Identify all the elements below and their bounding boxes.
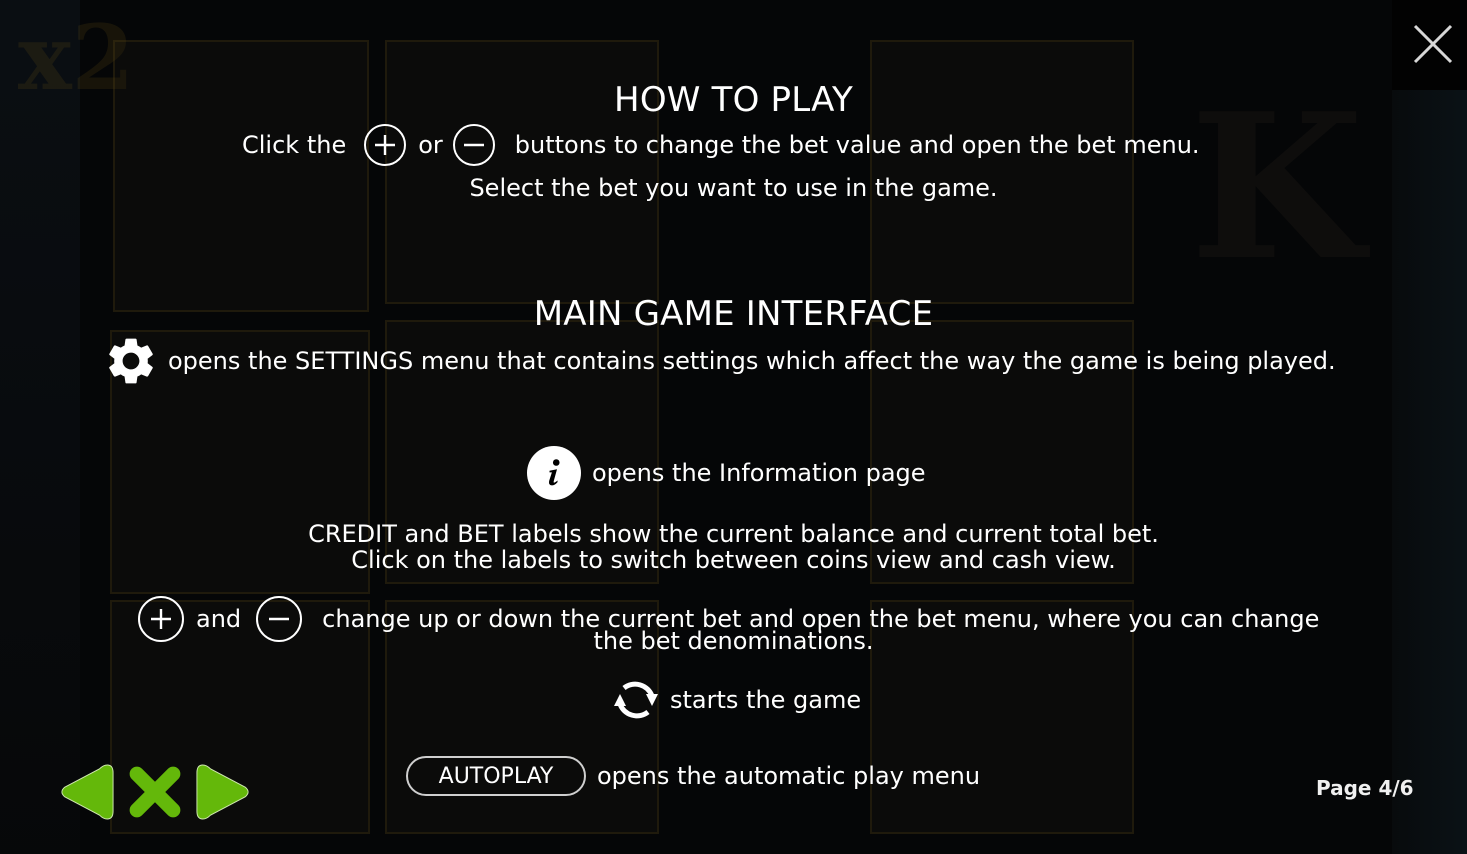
- help-overlay: HOW TO PLAY Click the or buttons to chan…: [0, 0, 1467, 854]
- autoplay-description: AUTOPLAY opens the automatic play menu: [406, 756, 980, 796]
- spin-description: starts the game: [606, 674, 861, 726]
- info-description: opens the Information page: [527, 446, 926, 500]
- minus-circle-icon: [452, 124, 495, 166]
- refresh-icon: [606, 674, 666, 726]
- line1-suffix: buttons to change the bet value and open…: [514, 131, 1200, 159]
- autoplay-button-sample: AUTOPLAY: [406, 756, 586, 796]
- credit-line1: CREDIT and BET labels show the current b…: [308, 520, 1159, 548]
- bet-line2: the bet denominations.: [593, 627, 874, 655]
- close-button[interactable]: [1409, 20, 1457, 68]
- arrow-right-icon: [196, 764, 249, 820]
- credit-line2: Click on the labels to switch between co…: [351, 546, 1116, 574]
- page-indicator: Page 4/6: [1316, 776, 1414, 800]
- settings-description: opens the SETTINGS menu that contains se…: [103, 333, 1336, 389]
- arrow-left-icon: [61, 764, 114, 820]
- plus-circle-icon: [364, 124, 407, 166]
- settings-text: opens the SETTINGS menu that contains se…: [168, 347, 1336, 375]
- info-text: opens the Information page: [592, 459, 926, 487]
- page-navigation: [58, 760, 252, 824]
- main-interface-title: MAIN GAME INTERFACE: [533, 294, 934, 334]
- previous-page-button[interactable]: [58, 760, 116, 824]
- autoplay-text: opens the automatic play menu: [597, 762, 981, 790]
- info-icon: [527, 446, 581, 500]
- line1-or: or: [418, 131, 443, 159]
- how-to-play-line2: Select the bet you want to use in the ga…: [469, 174, 998, 202]
- close-icon: [1413, 24, 1453, 64]
- gear-icon: [103, 333, 159, 389]
- how-to-play-line1: Click the or buttons to change the bet v…: [242, 124, 1200, 166]
- how-to-play-title: HOW TO PLAY: [614, 80, 853, 120]
- next-page-button[interactable]: [194, 760, 252, 824]
- line1-prefix: Click the: [242, 131, 347, 159]
- spin-text: starts the game: [670, 686, 862, 714]
- close-help-button[interactable]: [126, 760, 184, 824]
- x-icon: [129, 766, 181, 818]
